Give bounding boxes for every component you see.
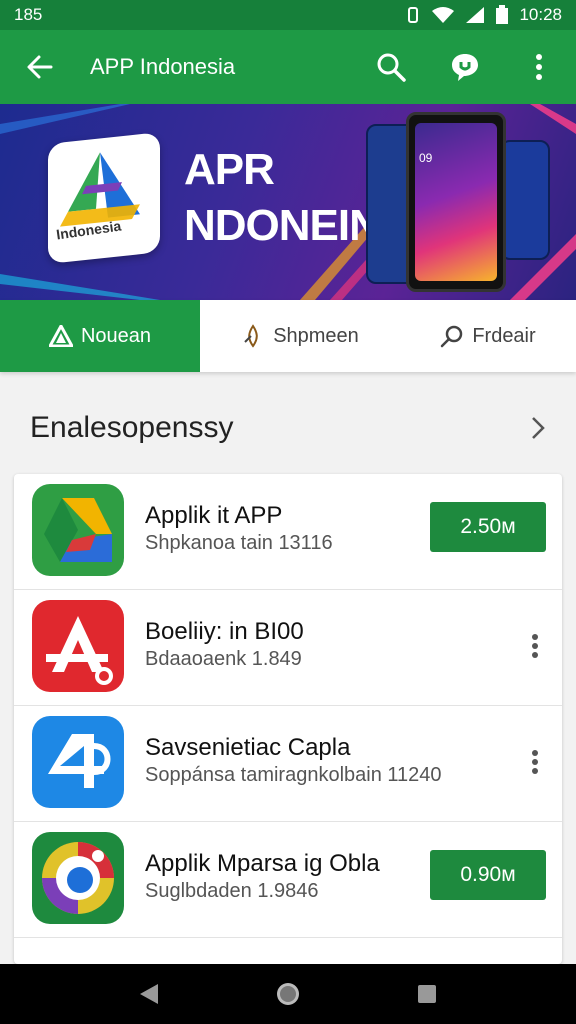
overflow-menu-button[interactable] <box>520 626 550 666</box>
banner-headline: APR NDONEIN <box>184 142 381 254</box>
list-item[interactable]: Savsenietiac Capla Soppánsa tamiragnkolb… <box>14 706 562 822</box>
nav-back-icon[interactable] <box>138 982 160 1006</box>
tab-shpmeen[interactable]: Shpmeen <box>200 300 400 372</box>
price-button[interactable]: 0.90м <box>430 850 546 900</box>
app-list: Applik it APP Shpkanoa tain 13116 2.50м … <box>14 474 562 964</box>
status-clock: 10:28 <box>519 5 562 24</box>
banner-headline-line1: APR <box>184 145 275 194</box>
list-item[interactable]: Applik Mparsa ig Obla Suglbdaden 1.9846 … <box>14 822 562 938</box>
status-time: 185 <box>14 5 43 24</box>
price-button[interactable]: 2.50м <box>430 502 546 552</box>
arrow-back-icon <box>27 55 53 79</box>
promo-banner[interactable]: Indonesia APR NDONEIN 09 <box>0 104 576 300</box>
colorful-circle-icon <box>42 842 114 914</box>
tab-label: Nouean <box>80 324 152 347</box>
nav-recents-icon[interactable] <box>416 983 438 1005</box>
tab-label: Frdeair <box>472 324 536 347</box>
chevron-right-icon[interactable] <box>530 415 546 441</box>
more-vert-icon <box>532 634 538 658</box>
back-button[interactable] <box>0 30 80 104</box>
signal-icon <box>466 7 485 23</box>
phone-clock: 09 <box>419 151 433 165</box>
app-name: Savsenietiac Capla <box>145 734 351 761</box>
app-subtitle: Bdaaoaenk 1.849 <box>145 648 302 670</box>
triangle-logo-icon <box>48 325 73 347</box>
red-a-icon <box>46 616 113 685</box>
app-name: Applik it APP <box>145 502 283 529</box>
tab-nouean[interactable]: Nouean <box>0 300 200 372</box>
section-header[interactable]: Enalesopenssy <box>0 390 576 466</box>
app-icon <box>32 716 124 808</box>
drive-triangle-icon <box>44 498 112 562</box>
app-bar-title: APP Indonesia <box>90 54 236 79</box>
chat-button[interactable] <box>428 30 502 104</box>
tab-label: Shpmeen <box>273 324 359 347</box>
tab-frdeair[interactable]: Frdeair <box>400 300 576 372</box>
status-bar: 185 10:28 <box>0 0 576 30</box>
section-title: Enalesopenssy <box>30 411 234 444</box>
blue-4-icon <box>48 734 111 788</box>
search-icon <box>377 53 406 82</box>
battery-icon <box>496 5 509 24</box>
category-tabs: Nouean Shpmeen Frdeair <box>0 300 576 372</box>
wifi-icon <box>432 7 455 23</box>
nav-home-icon[interactable] <box>275 981 301 1007</box>
brand-logo <box>48 132 160 264</box>
list-item[interactable]: Boeliiy: in BI00 Bdaaoaenk 1.849 <box>14 590 562 706</box>
app-subtitle: Shpkanoa tain 13116 <box>145 532 333 554</box>
app-icon <box>32 832 124 924</box>
app-subtitle: Soppánsa tamiragnkolbain 11240 <box>145 764 442 786</box>
phone-illustration: 09 <box>406 112 506 292</box>
vibrate-icon <box>408 7 419 23</box>
list-item[interactable]: Applik it APP Shpkanoa tain 13116 2.50м <box>14 474 562 590</box>
app-subtitle: Suglbdaden 1.9846 <box>145 880 319 902</box>
more-vert-icon <box>532 750 538 774</box>
phone-screen <box>415 123 497 281</box>
app-name: Applik Mparsa ig Obla <box>145 850 380 877</box>
chat-bubble-icon <box>452 54 478 81</box>
search-button[interactable] <box>354 30 428 104</box>
banner-headline-line2: NDONEIN <box>184 201 381 250</box>
app-icon <box>32 600 124 692</box>
app-bar: APP Indonesia <box>0 30 576 104</box>
spark-icon <box>244 324 258 348</box>
more-vert-icon <box>536 54 542 80</box>
overflow-menu-button[interactable] <box>520 742 550 782</box>
phone-illustration-right <box>500 140 550 260</box>
search-icon <box>441 325 463 348</box>
app-name: Boeliiy: in BI00 <box>145 618 304 645</box>
overflow-menu-button[interactable] <box>502 30 576 104</box>
app-icon <box>32 484 124 576</box>
system-nav-bar <box>0 964 576 1024</box>
